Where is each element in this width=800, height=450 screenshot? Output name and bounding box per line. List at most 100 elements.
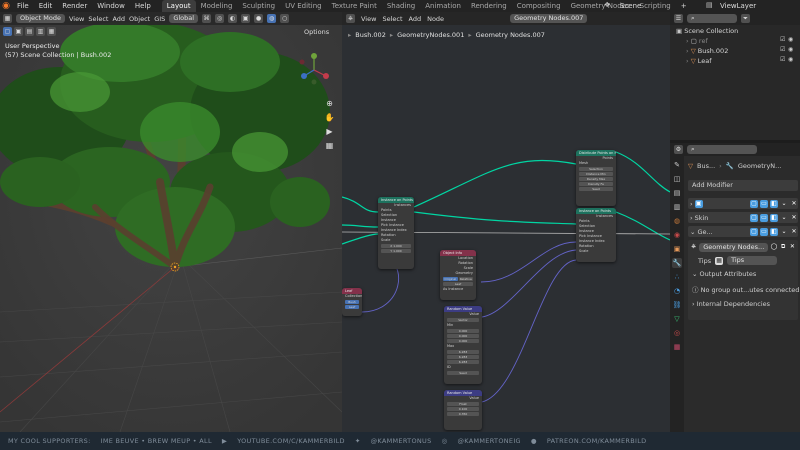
menu-help[interactable]: Help [130,0,156,12]
vp-menu-object[interactable]: Object [129,15,150,23]
checkbox-icon[interactable]: ☑ [780,56,785,63]
mode-dropdown[interactable]: Object Mode [16,14,65,23]
node-field[interactable]: 0.100 [447,407,479,411]
node-collection-info[interactable]: Leaf Collection Bush Leaf [342,288,362,316]
tab-rendering[interactable]: Rendering [466,0,512,12]
tab-modeling[interactable]: Modeling [196,0,238,12]
original-toggle[interactable]: Original [443,277,458,281]
output-attributes-header[interactable]: ⌄ Output Attributes [692,270,756,278]
material-tab-icon[interactable]: ◎ [672,328,682,338]
constraints-tab-icon[interactable]: ⛓ [672,300,682,310]
editmode-toggle-icon[interactable]: ▢ [750,199,758,208]
node-socket[interactable]: Scale [378,238,414,243]
blender-logo-icon[interactable]: ◉ [0,0,12,12]
render-toggle-icon[interactable]: ◧ [770,227,778,236]
tips-field[interactable]: Tips [727,256,778,265]
select-box-icon[interactable]: ▢ [3,27,12,36]
node-socket[interactable]: Max [444,344,482,349]
shading-material-icon[interactable]: ◍ [267,14,277,23]
tab-sculpting[interactable]: Sculpting [237,0,280,12]
render-toggle-icon[interactable]: ◧ [770,213,778,222]
fake-user-icon[interactable]: ◯ [770,243,778,251]
overlay-icon[interactable]: ◐ [228,14,238,23]
close-icon[interactable]: ✕ [790,228,798,236]
viewport-toggle-icon[interactable]: ▭ [760,227,768,236]
node-field[interactable]: 0.000 [447,334,479,338]
expand-arrow-icon[interactable]: › [686,37,689,45]
editmode-toggle-icon[interactable]: ▢ [750,213,758,222]
eye-icon[interactable]: ◉ [788,36,793,43]
render-tab-icon[interactable]: ◫ [672,174,682,184]
node-tree-icon[interactable]: ⎈ [690,243,697,251]
view-layer-tab-icon[interactable]: ▥ [672,202,682,212]
node-instance-on-points[interactable]: Instance on Points Instances Points Sele… [378,197,414,269]
viewport-toggle-icon[interactable]: ▭ [760,199,768,208]
modifier-name[interactable]: Skin [695,214,709,222]
dropdown-icon[interactable]: ⌄ [780,228,788,236]
node-field[interactable]: Seed [579,187,613,191]
vp-menu-gis[interactable]: GIS [154,15,165,23]
node-socket[interactable]: Geometry [440,271,476,276]
modifier-tab-icon[interactable]: 🔧 [672,258,682,268]
node-socket[interactable]: Scale [576,249,616,254]
node-random-value-rotation[interactable]: Random Value Value Vector Min 0.000 0.00… [444,306,482,384]
dropdown-icon[interactable]: ⌄ [780,200,788,208]
expand-arrow-icon[interactable]: › [686,57,689,65]
relative-toggle[interactable]: Relative [458,277,473,281]
navigation-gizmo[interactable] [296,52,332,88]
tab-layout[interactable]: Layout [161,0,196,12]
orientation-dropdown[interactable]: Global [169,14,199,23]
physics-tab-icon[interactable]: ◔ [672,286,682,296]
node-field[interactable]: 0.000 [447,339,479,343]
node-group-selector[interactable]: Geometry Nodes... [699,242,769,252]
render-toggle-icon[interactable]: ◧ [770,199,778,208]
node-random-value-scale[interactable]: Random Value Value Float 0.100 0.350 [444,390,482,430]
node-field[interactable]: X 1.000 [381,244,411,248]
expand-arrow-icon[interactable]: › [690,214,693,222]
menu-file[interactable]: File [12,0,34,12]
outliner-search-input[interactable]: ⌕ [687,14,737,23]
object-tab-icon[interactable]: ▣ [672,244,682,254]
object-field[interactable]: Leaf [443,282,473,286]
output-tab-icon[interactable]: ▤ [672,188,682,198]
internal-deps-header[interactable]: › Internal Dependencies [692,300,770,308]
checkbox-icon[interactable]: ☑ [780,36,785,43]
node-socket[interactable]: Value [444,312,482,317]
editor-type-icon[interactable]: ▦ [3,14,12,23]
select-invert-icon[interactable]: ▦ [47,27,56,36]
close-icon[interactable]: ✕ [789,243,796,251]
3d-viewport[interactable]: ▦ Object Mode View Select Add Object GIS… [0,12,342,432]
node-socket[interactable]: Value [444,396,482,401]
node-instance-on-points-2[interactable]: Instance on Points Instances Points Sele… [576,208,616,262]
node-field[interactable]: Y 1.000 [381,249,411,253]
select-mode-icon[interactable]: ▣ [14,27,23,36]
editmode-toggle-icon[interactable]: ▢ [750,227,758,236]
modifier-row-skin[interactable]: › Skin ▢ ▭ ◧ ⌄ ✕ [688,212,798,223]
pan-hand-icon[interactable]: ✋ [324,112,335,123]
modifier-name[interactable]: Ge... [697,228,712,236]
expand-arrow-icon[interactable]: › [690,200,693,208]
node-field[interactable]: Distance Min [579,172,613,176]
world-tab-icon[interactable]: ◉ [672,230,682,240]
node-field[interactable]: 6.283 [447,355,479,359]
camera-view-icon[interactable]: ▶ [324,126,335,137]
viewlayer-selector[interactable]: ViewLayer [720,0,756,12]
filter-icon[interactable]: ⏷ [741,14,750,23]
collapse-arrow-icon[interactable]: ⌄ [690,228,695,236]
type-dropdown[interactable]: Float [447,402,479,406]
menu-render[interactable]: Render [57,0,92,12]
expand-arrow-icon[interactable]: › [686,47,689,55]
zoom-icon[interactable]: ⊕ [324,98,335,109]
node-field[interactable]: Selection [579,167,613,171]
tab-shading[interactable]: Shading [382,0,420,12]
tab-uv-editing[interactable]: UV Editing [280,0,327,12]
add-workspace-button[interactable]: + [676,0,692,12]
select-extend-icon[interactable]: ▤ [25,27,34,36]
node-socket[interactable]: As Instance [440,287,476,292]
scene-selector[interactable]: Scene [620,0,641,12]
properties-type-icon[interactable]: ⚙ [674,145,683,154]
viewport-options-button[interactable]: Options [304,28,329,36]
tool-tab-icon[interactable]: ✎ [672,160,682,170]
node-field[interactable]: 0.000 [447,329,479,333]
proportional-edit-icon[interactable]: ◎ [215,14,225,23]
